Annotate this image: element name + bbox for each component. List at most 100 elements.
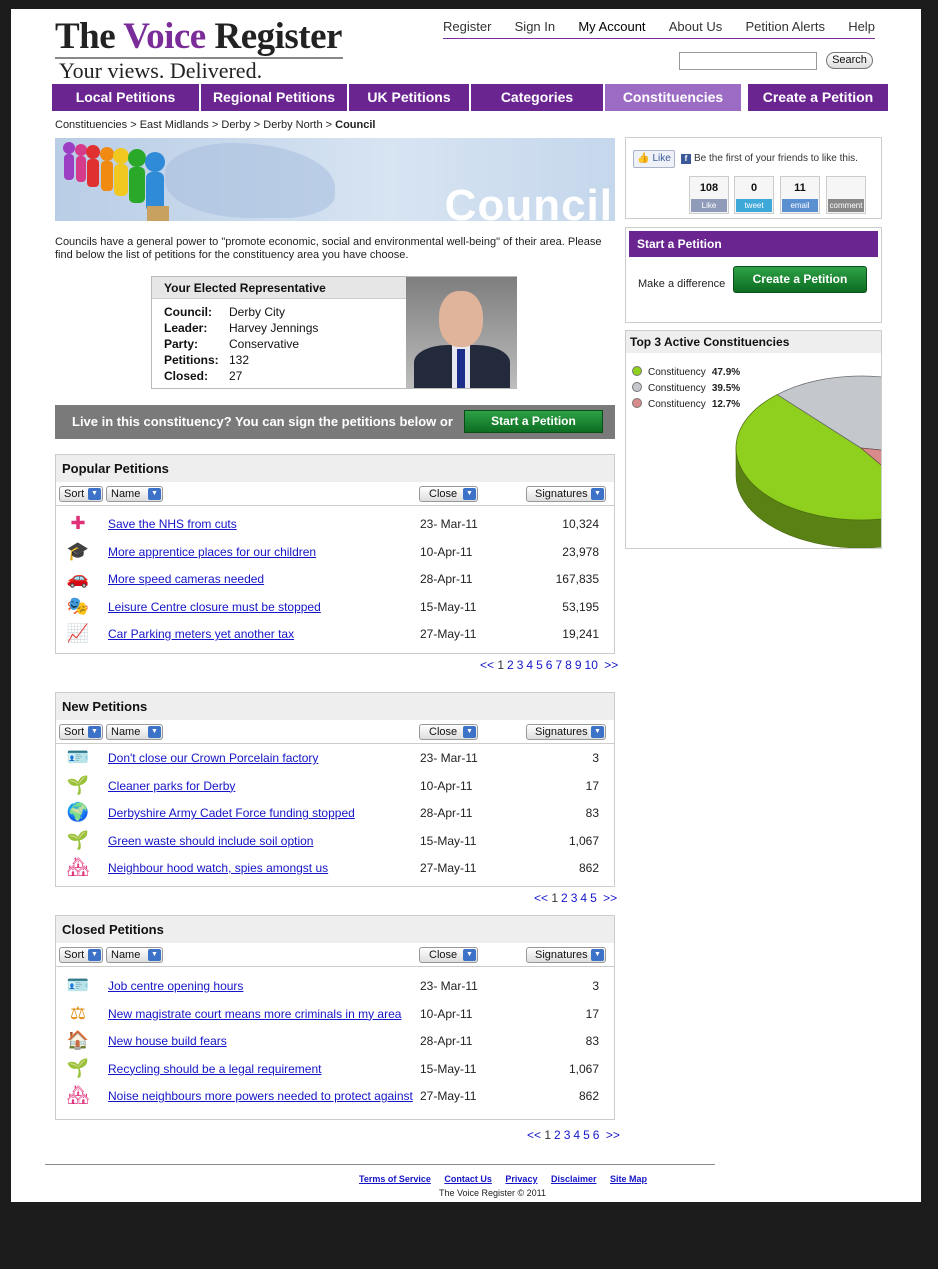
page-link[interactable]: 8 — [565, 658, 572, 672]
name-dropdown[interactable]: Name ▼ — [106, 486, 163, 502]
footer-disclaimer-link[interactable]: Disclaimer — [551, 1174, 597, 1184]
next-page-link[interactable]: >> — [606, 1128, 620, 1142]
page-link[interactable]: 6 — [546, 658, 553, 672]
sort-dropdown[interactable]: Sort ▼ — [59, 486, 103, 502]
popular-petitions-panel: Popular Petitions Sort ▼ Name ▼ Close ▼ Sig… — [55, 454, 615, 654]
tab-local-petitions[interactable]: Local Petitions — [52, 84, 199, 111]
sort-dropdown[interactable]: Sort ▼ — [59, 724, 103, 740]
footer-contact-link[interactable]: Contact Us — [444, 1174, 492, 1184]
page-link[interactable]: 6 — [593, 1128, 600, 1142]
footer-sitemap-link[interactable]: Site Map — [610, 1174, 647, 1184]
page-link[interactable]: 5 — [583, 1128, 590, 1142]
name-dropdown[interactable]: Name ▼ — [106, 947, 163, 963]
page-link[interactable]: 2 — [507, 658, 514, 672]
petition-close-date: 28-Apr-11 — [420, 1034, 473, 1048]
footer-terms-link[interactable]: Terms of Service — [359, 1174, 431, 1184]
create-petition-button[interactable]: Create a Petition — [733, 266, 867, 293]
signatures-dropdown[interactable]: Signatures ▼ — [526, 724, 606, 740]
chart-title: Top 3 Active Constituencies — [626, 331, 881, 353]
close-dropdown[interactable]: Close ▼ — [419, 947, 478, 963]
page-link[interactable]: 3 — [517, 658, 524, 672]
prev-page-link[interactable]: << — [527, 1128, 541, 1142]
petition-row: 🏘 Neighbour hood watch, spies amongst us 2… — [56, 854, 614, 881]
page-link[interactable]: 4 — [573, 1128, 580, 1142]
petition-link[interactable]: Don't close our Crown Porcelain factory — [108, 751, 318, 765]
top-nav-my-account[interactable]: My Account — [578, 19, 645, 38]
petition-link[interactable]: More apprentice places for our children — [108, 545, 316, 559]
top-nav-petition-alerts[interactable]: Petition Alerts — [745, 19, 825, 38]
search-input[interactable] — [679, 52, 817, 70]
petition-link[interactable]: Job centre opening hours — [108, 979, 243, 993]
page-link[interactable]: 2 — [554, 1128, 561, 1142]
petition-close-date: 23- Mar-11 — [420, 517, 478, 531]
petition-signatures: 167,835 — [555, 572, 599, 586]
petition-signatures: 10,324 — [562, 517, 599, 531]
signatures-dropdown[interactable]: Signatures ▼ — [526, 486, 606, 502]
prev-page-link[interactable]: << — [480, 658, 494, 672]
petition-link[interactable]: Save the NHS from cuts — [108, 517, 237, 531]
chevron-down-icon: ▼ — [88, 949, 101, 961]
page-link[interactable]: 4 — [580, 891, 587, 905]
breadcrumb-derby-north[interactable]: Derby North — [263, 119, 322, 131]
facebook-like-button[interactable]: 👍 Like — [633, 150, 675, 168]
petition-link[interactable]: Noise neighbours more powers needed to p… — [108, 1089, 413, 1103]
tab-uk-petitions[interactable]: UK Petitions — [349, 84, 469, 111]
petition-row: 🪪 Job centre opening hours 23- Mar-11 3 — [56, 972, 614, 999]
petition-signatures: 3 — [592, 751, 599, 765]
page-link[interactable]: 7 — [555, 658, 562, 672]
petition-link[interactable]: Leisure Centre closure must be stopped — [108, 600, 321, 614]
page-link[interactable]: 4 — [526, 658, 533, 672]
tab-regional-petitions[interactable]: Regional Petitions — [201, 84, 347, 111]
petition-link[interactable]: New magistrate court means more criminal… — [108, 1007, 401, 1021]
next-page-link[interactable]: >> — [603, 891, 617, 905]
petition-link[interactable]: Neighbour hood watch, spies amongst us — [108, 861, 328, 875]
chevron-down-icon: ▼ — [463, 949, 476, 961]
top-nav-help[interactable]: Help — [848, 19, 875, 38]
email-counter[interactable]: 11 email — [780, 176, 820, 214]
comment-counter[interactable]: comment — [826, 176, 866, 214]
page-link[interactable]: 1 — [551, 891, 558, 905]
page-link[interactable]: 9 — [575, 658, 582, 672]
page-link[interactable]: 3 — [564, 1128, 571, 1142]
breadcrumb-derby[interactable]: Derby — [221, 119, 250, 131]
petition-signatures: 17 — [585, 1006, 599, 1021]
page-link[interactable]: 1 — [497, 658, 504, 672]
prev-page-link[interactable]: << — [534, 891, 548, 905]
close-dropdown[interactable]: Close ▼ — [419, 486, 478, 502]
tweet-counter[interactable]: 0 tweet — [734, 176, 774, 214]
top-nav-register[interactable]: Register — [443, 19, 491, 38]
page-link[interactable]: 10 — [585, 658, 598, 672]
petition-link[interactable]: Cleaner parks for Derby — [108, 779, 235, 793]
top-nav-about-us[interactable]: About Us — [669, 19, 722, 38]
footer-privacy-link[interactable]: Privacy — [505, 1174, 537, 1184]
site-logo[interactable]: The Voice Register Your views. Delivered… — [55, 17, 343, 83]
plant-icon: 🌱 — [66, 1057, 90, 1078]
page-link[interactable]: 2 — [561, 891, 568, 905]
page-link[interactable]: 1 — [544, 1128, 551, 1142]
top-nav-sign-in[interactable]: Sign In — [515, 19, 555, 38]
tab-categories[interactable]: Categories — [471, 84, 603, 111]
petition-link[interactable]: New house build fears — [108, 1034, 227, 1048]
search-button[interactable]: Search — [826, 52, 873, 69]
next-page-link[interactable]: >> — [604, 658, 618, 672]
sort-dropdown[interactable]: Sort ▼ — [59, 947, 103, 963]
petition-link[interactable]: Derbyshire Army Cadet Force funding stop… — [108, 806, 355, 820]
petition-link[interactable]: Green waste should include soil option — [108, 834, 313, 848]
like-counter[interactable]: 108 Like — [689, 176, 729, 214]
signatures-dropdown[interactable]: Signatures ▼ — [526, 947, 606, 963]
globe-icon: 🌍 — [66, 802, 90, 822]
name-dropdown[interactable]: Name ▼ — [106, 724, 163, 740]
tab-create-a-petition[interactable]: Create a Petition — [748, 84, 888, 111]
page-link[interactable]: 5 — [590, 891, 597, 905]
tab-constituencies[interactable]: Constituencies — [605, 84, 741, 111]
close-dropdown[interactable]: Close ▼ — [419, 724, 478, 740]
breadcrumb-east-midlands[interactable]: East Midlands — [140, 119, 209, 131]
petition-row: 🚗 More speed cameras needed 28-Apr-11 167,8… — [56, 565, 614, 592]
page-link[interactable]: 3 — [571, 891, 578, 905]
breadcrumb-constituencies[interactable]: Constituencies — [55, 119, 127, 131]
petition-link[interactable]: Recycling should be a legal requirement — [108, 1062, 321, 1076]
page-link[interactable]: 5 — [536, 658, 543, 672]
petition-link[interactable]: Car Parking meters yet another tax — [108, 627, 294, 641]
petition-link[interactable]: More speed cameras needed — [108, 572, 264, 586]
start-petition-button[interactable]: Start a Petition — [464, 410, 603, 433]
